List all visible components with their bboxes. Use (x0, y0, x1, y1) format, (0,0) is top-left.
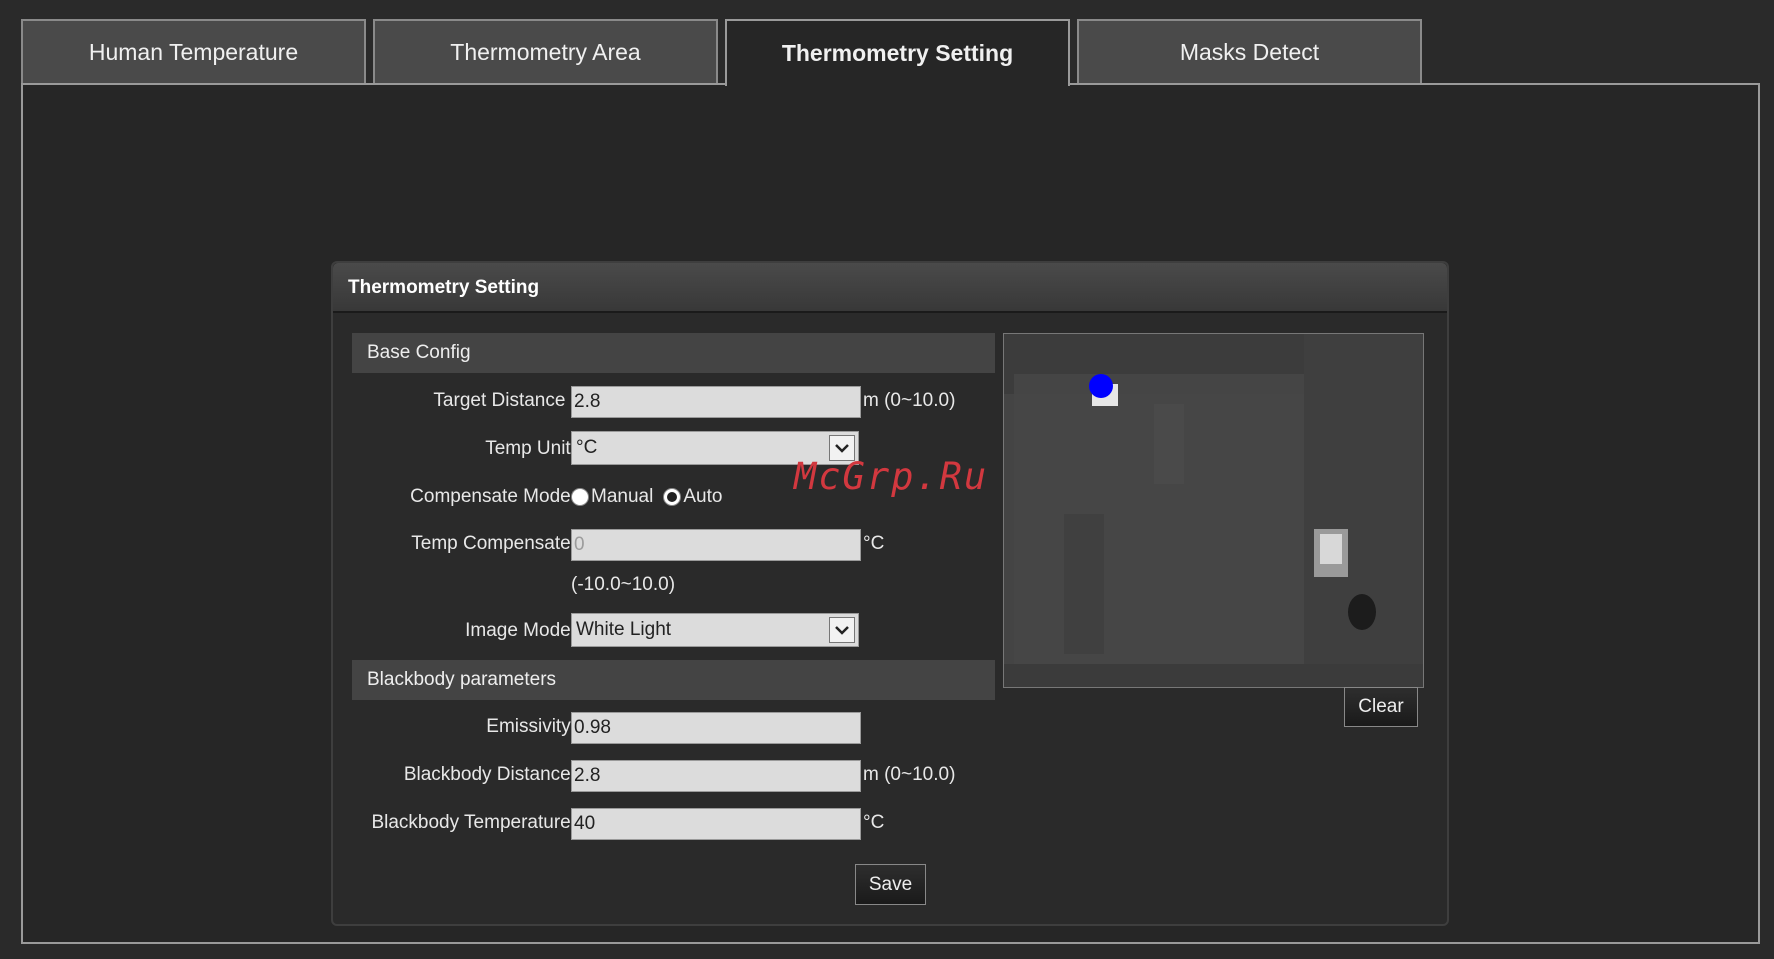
chevron-down-icon[interactable] (829, 617, 855, 643)
target-distance-label: Target Distance : (433, 390, 576, 411)
image-mode-value: White Light (576, 619, 672, 640)
panel-title: Thermometry Setting (333, 263, 1447, 313)
temp-compensate-range: (-10.0~10.0) (571, 574, 676, 595)
blackbody-distance-unit: m (0~10.0) (863, 764, 956, 785)
temp-compensate-unit: °C (863, 533, 885, 554)
tab-thermometry-area[interactable]: Thermometry Area (373, 19, 718, 84)
temp-unit-label: Temp Unit: (485, 438, 576, 459)
blackbody-distance-label: Blackbody Distance: (403, 764, 576, 785)
tab-bar: Human Temperature Thermometry Area Therm… (21, 19, 1429, 86)
tab-human-temperature[interactable]: Human Temperature (21, 19, 366, 84)
save-button[interactable]: Save (855, 864, 926, 905)
temp-compensate-label: Temp Compensate: (411, 533, 576, 554)
temp-unit-value: °C (576, 437, 598, 458)
radio-auto-label: Auto (683, 486, 723, 507)
thermometry-setting-panel: Thermometry Setting Base Config Target D… (331, 261, 1449, 926)
image-mode-label: Image Mode: (465, 620, 576, 641)
target-distance-unit: m (0~10.0) (863, 390, 956, 411)
blackbody-heading: Blackbody parameters (352, 660, 995, 700)
blackbody-temperature-unit: °C (863, 812, 885, 833)
thermal-image (1004, 334, 1423, 687)
compensate-mode-label: Compensate Mode: (410, 486, 576, 507)
emissivity-input[interactable]: 0.98 (571, 712, 861, 744)
radio-manual[interactable] (571, 488, 589, 506)
temp-compensate-input[interactable]: 0 (571, 529, 861, 561)
tab-masks-detect[interactable]: Masks Detect (1077, 19, 1422, 84)
emissivity-label: Emissivity: (486, 716, 576, 737)
base-config-heading: Base Config (352, 333, 995, 373)
measure-point-marker[interactable] (1089, 374, 1113, 398)
tab-thermometry-setting[interactable]: Thermometry Setting (725, 19, 1070, 86)
blackbody-distance-input[interactable]: 2.8 (571, 760, 861, 792)
image-mode-select[interactable]: White Light (571, 613, 859, 647)
radio-manual-label: Manual (591, 486, 654, 507)
clear-button[interactable]: Clear (1344, 687, 1418, 727)
watermark: McGrp.Ru (794, 455, 989, 498)
target-distance-input[interactable]: 2.8 (571, 386, 861, 418)
blackbody-temperature-input[interactable]: 40 (571, 808, 861, 840)
thermal-preview[interactable] (1003, 333, 1424, 688)
compensate-mode-group: Manual Auto (571, 486, 732, 508)
radio-auto[interactable] (663, 488, 682, 506)
blackbody-temperature-label: Blackbody Temperature: (371, 812, 576, 833)
